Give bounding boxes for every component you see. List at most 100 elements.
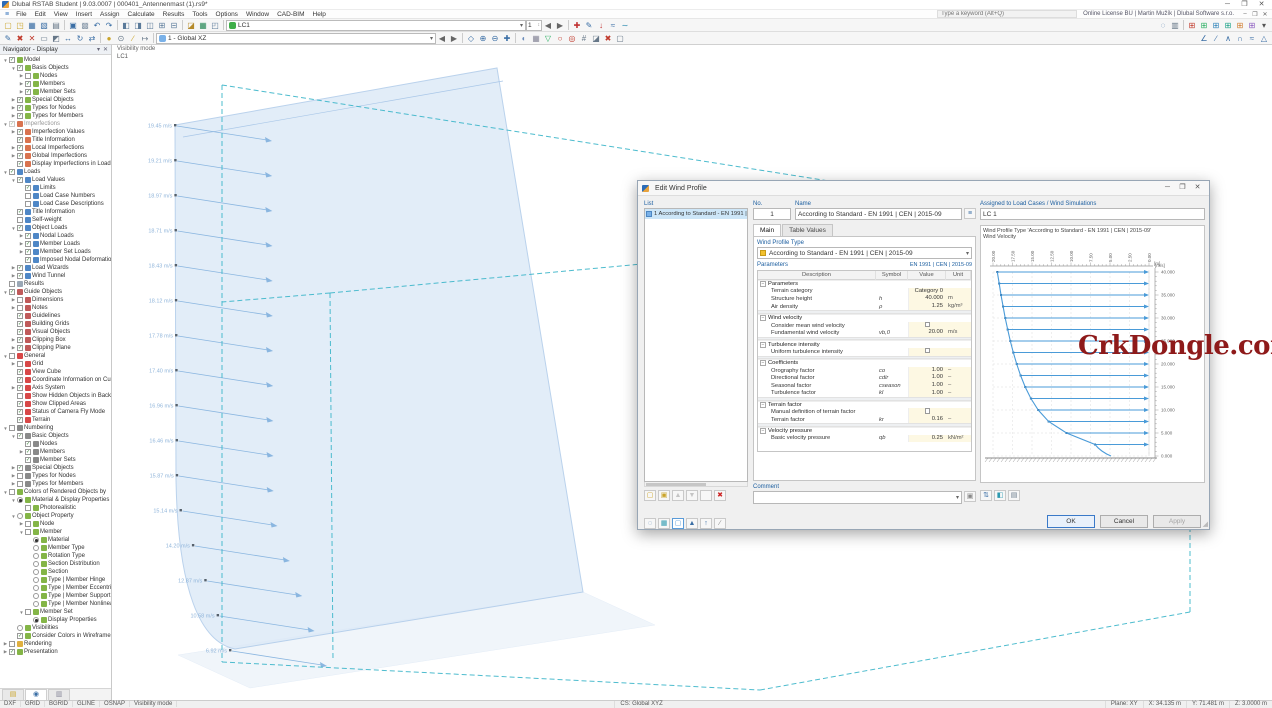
- menu-help[interactable]: Help: [309, 11, 330, 18]
- param-row-consider-mean-wind-velocity[interactable]: Consider mean wind velocity: [758, 322, 971, 330]
- tree-item-global-imperfections[interactable]: ▶✓Global Imperfections: [0, 152, 111, 160]
- collapse-icon[interactable]: −: [760, 360, 766, 366]
- tree-item-imposed-nodal-deformations[interactable]: ✓Imposed Nodal Deformations: [0, 256, 111, 264]
- checkbox[interactable]: [25, 193, 31, 199]
- tree-item-visibilities[interactable]: Visibilities: [0, 624, 111, 632]
- collapse-icon[interactable]: −: [760, 428, 766, 434]
- checkbox[interactable]: ✓: [25, 241, 31, 247]
- checkbox[interactable]: ✓: [17, 321, 23, 327]
- checkbox[interactable]: ✓: [17, 145, 23, 151]
- expander-icon[interactable]: ▼: [10, 226, 17, 231]
- tree-item-member[interactable]: ▼Member: [0, 528, 111, 536]
- expander-icon[interactable]: ▶: [10, 465, 17, 471]
- menu-file[interactable]: File: [12, 11, 30, 18]
- delete-selection-icon[interactable]: ✕: [26, 33, 38, 44]
- tree-item-status-of-camera-fly-mode[interactable]: ✓Status of Camera Fly Mode: [0, 408, 111, 416]
- checkbox[interactable]: ✓: [17, 401, 23, 407]
- status-toggle-grid[interactable]: GRID: [21, 701, 45, 707]
- tab-table-values[interactable]: Table Values: [782, 224, 833, 236]
- group-row-coefficients[interactable]: −Coefficients: [758, 359, 971, 367]
- select-special-icon[interactable]: ◩: [50, 33, 62, 44]
- tree-item-consider-colors-in-wireframe-mo[interactable]: ✓Consider Colors in Wireframe Mo...: [0, 632, 111, 640]
- apply-button[interactable]: Apply: [1153, 515, 1201, 528]
- chart-settings-icon[interactable]: ⇅: [980, 490, 992, 501]
- expander-icon[interactable]: ▼: [10, 178, 17, 183]
- tree-item-member-sets[interactable]: ✓Member Sets: [0, 456, 111, 464]
- tree-item-types-for-nodes[interactable]: ▶Types for Nodes: [0, 472, 111, 480]
- tree-item-guidelines[interactable]: ✓Guidelines: [0, 312, 111, 320]
- checkbox[interactable]: ✓: [17, 97, 23, 103]
- expander-icon[interactable]: ▼: [10, 66, 17, 71]
- expander-icon[interactable]: ▶: [2, 641, 9, 647]
- tree-item-object-loads[interactable]: ▼✓Object Loads: [0, 224, 111, 232]
- param-row-uniform-turbulence-intensity[interactable]: Uniform turbulence intensity: [758, 348, 971, 356]
- checkbox[interactable]: [9, 489, 15, 495]
- measure-tool-icon[interactable]: △: [1258, 33, 1270, 44]
- pick-in-model-icon[interactable]: ▲: [686, 518, 698, 529]
- tree-item-basic-objects[interactable]: ▼✓Basic Objects: [0, 432, 111, 440]
- dialog-measure-icon[interactable]: ∕: [714, 518, 726, 529]
- expander-icon[interactable]: ▶: [10, 113, 17, 119]
- tree-item-title-information[interactable]: ✓Title Information: [0, 136, 111, 144]
- tree-item-type-member-hinge[interactable]: Type | Member Hinge: [0, 576, 111, 584]
- checkbox[interactable]: [9, 425, 15, 431]
- tree-item-guide-objects[interactable]: ▼✓Guide Objects: [0, 288, 111, 296]
- tree-item-nodes[interactable]: ✓Nodes: [0, 440, 111, 448]
- tree-item-visual-objects[interactable]: ✓Visual Objects: [0, 328, 111, 336]
- expander-icon[interactable]: ▶: [18, 73, 25, 79]
- checkbox[interactable]: ✓: [17, 65, 23, 71]
- isometric-view-icon[interactable]: ◇: [465, 33, 477, 44]
- wind-profile-listbox[interactable]: 1 According to Standard - EN 1991 | CEN …: [644, 208, 748, 482]
- table-data-orange-icon[interactable]: ⊞: [1234, 20, 1246, 31]
- window-layout-4-icon[interactable]: ⊞: [156, 20, 168, 31]
- param-checkbox[interactable]: [925, 348, 931, 354]
- checkbox[interactable]: ✓: [17, 337, 23, 343]
- find-object-icon[interactable]: ◌: [1157, 20, 1169, 31]
- checkbox[interactable]: [17, 481, 23, 487]
- collapse-icon[interactable]: −: [760, 342, 766, 348]
- redo-icon[interactable]: ↷: [103, 20, 115, 31]
- tree-item-display-imperfections-in-load-cas[interactable]: ✓Display Imperfections in Load Cas...: [0, 160, 111, 168]
- checkbox[interactable]: ✓: [25, 81, 31, 87]
- checkbox[interactable]: ✓: [17, 161, 23, 167]
- tree-item-section-distribution[interactable]: Section Distribution: [0, 560, 111, 568]
- tree-item-show-hidden-objects-in-backgro[interactable]: Show Hidden Objects in Backgro...: [0, 392, 111, 400]
- table-data-teal-icon[interactable]: ⊞: [1222, 20, 1234, 31]
- tree-item-building-grids[interactable]: ✓Building Grids: [0, 320, 111, 328]
- checkbox[interactable]: [17, 361, 23, 367]
- tree-item-load-case-numbers[interactable]: Load Case Numbers: [0, 192, 111, 200]
- group-row-velocity-pressure[interactable]: −Velocity pressure: [758, 427, 971, 435]
- checkbox[interactable]: [17, 393, 23, 399]
- move-down-icon[interactable]: ▼: [686, 490, 698, 501]
- status-toggle-visibility-mode[interactable]: Visibility mode: [130, 701, 177, 707]
- name-field[interactable]: According to Standard - EN 1991 | CEN | …: [795, 208, 962, 220]
- dialog-help-icon[interactable]: ◌: [644, 518, 656, 529]
- radio-button[interactable]: [33, 593, 39, 599]
- param-row-seasonal-factor[interactable]: Seasonal factorcseason1.00–: [758, 382, 971, 390]
- expander-icon[interactable]: ▶: [10, 273, 17, 279]
- checkbox[interactable]: ✓: [17, 329, 23, 335]
- expander-icon[interactable]: ▶: [18, 449, 25, 455]
- tree-item-load-values[interactable]: ▼✓Load Values: [0, 176, 111, 184]
- checkbox[interactable]: ✓: [25, 441, 31, 447]
- tree-item-load-case-descriptions[interactable]: Load Case Descriptions: [0, 200, 111, 208]
- radio-button[interactable]: [33, 577, 39, 583]
- expander-icon[interactable]: ▶: [10, 345, 17, 351]
- undo-icon[interactable]: ↶: [91, 20, 103, 31]
- param-row-directional-factor[interactable]: Directional factorcdir1.00–: [758, 374, 971, 382]
- tree-item-members[interactable]: ▶✓Members: [0, 80, 111, 88]
- tree-item-model[interactable]: ▼✓Model: [0, 56, 111, 64]
- window-layout-1-icon[interactable]: ◧: [120, 20, 132, 31]
- snap-box-icon[interactable]: ▢: [614, 33, 626, 44]
- checkbox[interactable]: ✓: [17, 153, 23, 159]
- checkbox[interactable]: ✓: [17, 385, 23, 391]
- panels-toggle-icon[interactable]: ◰: [209, 20, 221, 31]
- tree-item-special-objects[interactable]: ▶✓Special Objects: [0, 464, 111, 472]
- polyline-tool-icon[interactable]: ∧: [1222, 33, 1234, 44]
- tree-item-colors-of-rendered-objects-by[interactable]: ▼Colors of Rendered Objects by: [0, 488, 111, 496]
- angle-tool-icon[interactable]: ∠: [1198, 33, 1210, 44]
- work-plane-combo[interactable]: 1 - Global XZ▾: [156, 33, 436, 44]
- checkbox[interactable]: ✓: [9, 169, 15, 175]
- wireframe-mode-icon[interactable]: ▦: [530, 33, 542, 44]
- tree-item-member-type[interactable]: Member Type: [0, 544, 111, 552]
